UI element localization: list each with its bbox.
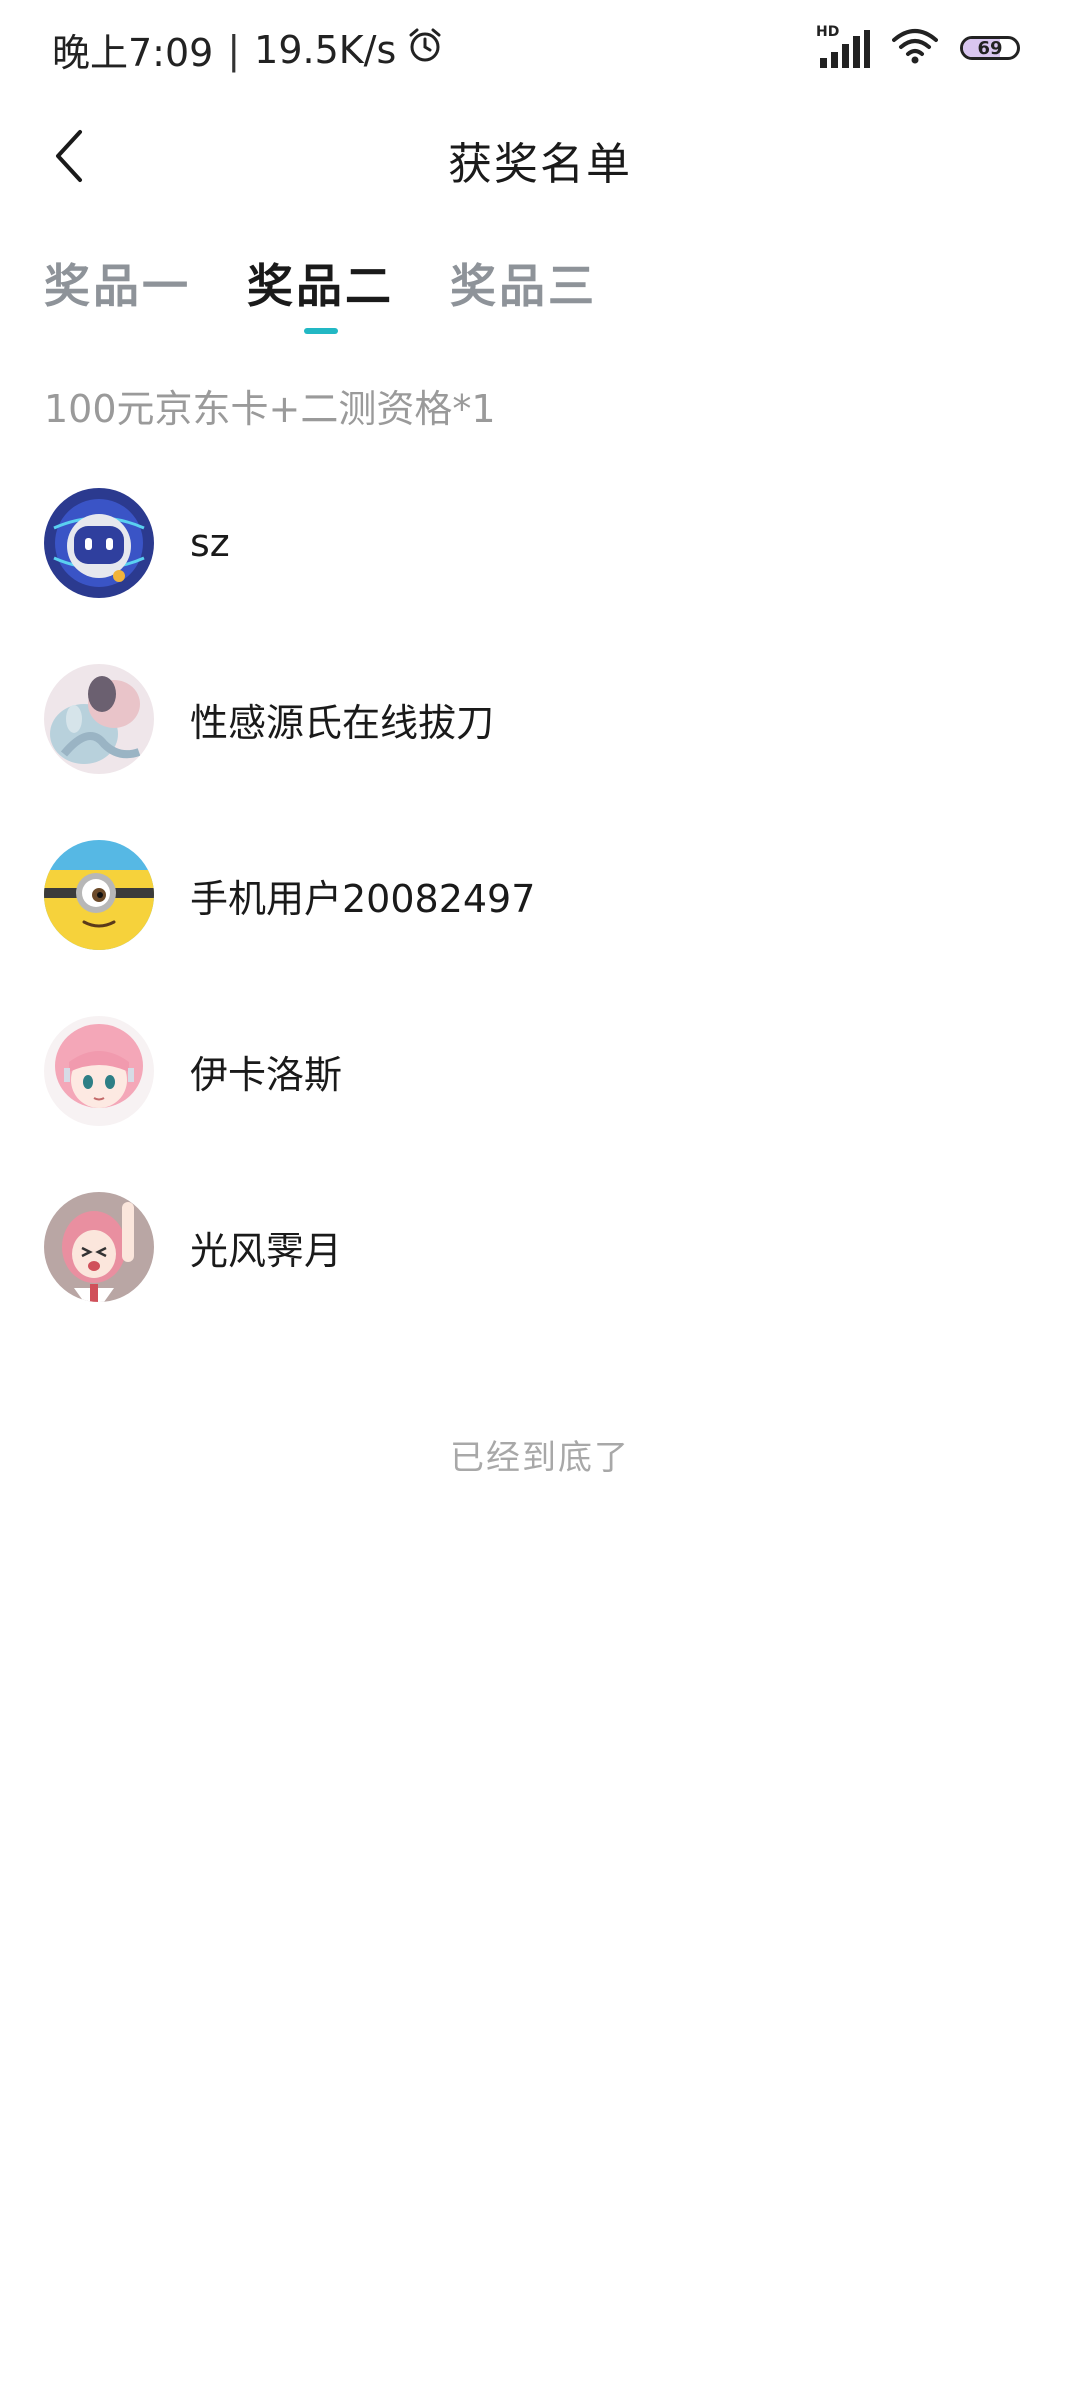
tab-prize-3[interactable]: 奖品三 (450, 250, 597, 330)
winner-name: sz (190, 521, 230, 565)
winner-name: 性感源氏在线拔刀 (190, 700, 495, 745)
list-item: 伊卡洛斯 (44, 1016, 1034, 1126)
wifi-icon (892, 28, 938, 68)
anime-girl-waving-avatar[interactable] (44, 1192, 154, 1302)
list-item: 手机用户20082497 (44, 840, 1034, 950)
winner-name: 伊卡洛斯 (190, 1052, 343, 1097)
page-title: 获奖名单 (448, 139, 632, 190)
alarm-clock-icon (406, 26, 444, 73)
tab-prize-1[interactable]: 奖品一 (44, 250, 191, 330)
status-time: 晚上7:09 (52, 31, 214, 75)
anime-girl-avatar[interactable] (44, 1016, 154, 1126)
network-speed: 19.5K/s (254, 27, 397, 72)
battery-indicator: 69 (960, 36, 1020, 60)
winner-list: sz 性感源氏在线拔刀 手机用户20082497 伊卡洛斯 光风霁月 (44, 488, 1034, 1368)
battery-level: 69 (977, 37, 1003, 59)
end-of-list-message: 已经到底了 (450, 1438, 630, 1478)
winner-name: 光风霁月 (190, 1228, 343, 1273)
photo-avatar[interactable] (44, 664, 154, 774)
list-item: 光风霁月 (44, 1192, 1034, 1302)
status-bar: 晚上7:09 | 19.5K/s HD 69 (0, 0, 1080, 100)
signal-icon: HD (816, 24, 870, 68)
minion-avatar[interactable] (44, 840, 154, 950)
list-item: sz (44, 488, 1034, 598)
robot-avatar[interactable] (44, 488, 154, 598)
status-right: HD 69 (816, 24, 1020, 68)
status-separator: | (227, 27, 241, 72)
tab-prize-2[interactable]: 奖品二 (247, 250, 394, 330)
winner-name: 手机用户20082497 (190, 876, 536, 921)
status-left: 晚上7:09 | 19.5K/s (52, 22, 444, 77)
list-item: 性感源氏在线拔刀 (44, 664, 1034, 774)
header: 获奖名单 (0, 110, 1080, 206)
prize-tabs: 奖品一 奖品二 奖品三 (44, 250, 597, 330)
prize-description: 100元京东卡+二测资格*1 (44, 387, 496, 431)
